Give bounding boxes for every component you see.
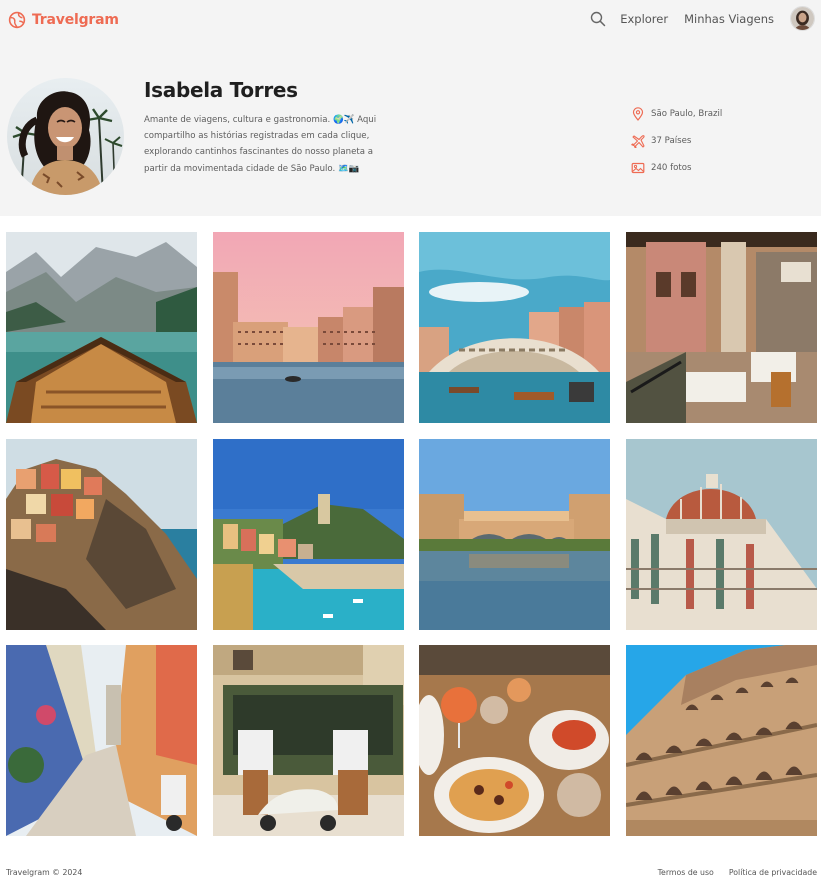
photo-venice-canal[interactable] (212, 232, 404, 423)
photo-florence-duomo[interactable] (625, 438, 817, 630)
footer-copyright: Travelgram © 2024 (6, 868, 83, 877)
photo-cinque-terre[interactable] (6, 438, 197, 630)
stat-photos-text: 240 fotos (651, 162, 692, 173)
image-icon (631, 162, 645, 173)
stat-location: São Paulo, Brazil (631, 100, 722, 127)
top-navigation: Explorer Minhas Viagens (590, 6, 815, 31)
photo-cafe-scooter[interactable] (212, 645, 404, 836)
location-pin-icon (632, 106, 644, 121)
brand-name: Travelgram (32, 12, 119, 28)
profile-bio: Amante de viagens, cultura e gastronomia… (144, 115, 377, 174)
nav-minhas-viagens[interactable]: Minhas Viagens (684, 12, 774, 26)
stat-location-text: São Paulo, Brazil (651, 108, 723, 119)
stat-countries: 37 Países (631, 127, 722, 154)
footer-links: Termos de uso Política de privacidade (658, 868, 817, 877)
profile-avatar[interactable] (7, 78, 124, 195)
photo-venice-cafe[interactable] (625, 232, 817, 423)
photo-vernazza[interactable] (212, 438, 404, 630)
photo-alley-scooter[interactable] (6, 645, 197, 836)
photo-ponte-vecchio[interactable] (419, 438, 610, 630)
profile-stats: São Paulo, Brazil 37 Países 240 fotos (631, 100, 722, 181)
profile-name: Isabela Torres (144, 78, 298, 102)
globe-icon (8, 11, 26, 29)
stat-photos: 240 fotos (631, 154, 722, 181)
airplane-icon (631, 134, 645, 148)
photo-colosseum[interactable] (625, 645, 817, 836)
user-avatar[interactable] (790, 6, 815, 31)
footer: Travelgram © 2024 Termos de uso Política… (0, 866, 821, 882)
nav-explorer[interactable]: Explorer (620, 12, 668, 26)
photo-lake-boat[interactable] (6, 232, 197, 423)
footer-terms-link[interactable]: Termos de uso (658, 868, 714, 877)
search-icon[interactable] (590, 11, 606, 27)
photo-rialto-bridge[interactable] (419, 232, 610, 423)
photo-italian-dinner[interactable] (419, 645, 610, 836)
stat-countries-text: 37 Países (651, 135, 692, 146)
brand-logo[interactable]: Travelgram (8, 11, 119, 29)
footer-privacy-link[interactable]: Política de privacidade (729, 868, 817, 877)
photo-grid (6, 232, 817, 836)
